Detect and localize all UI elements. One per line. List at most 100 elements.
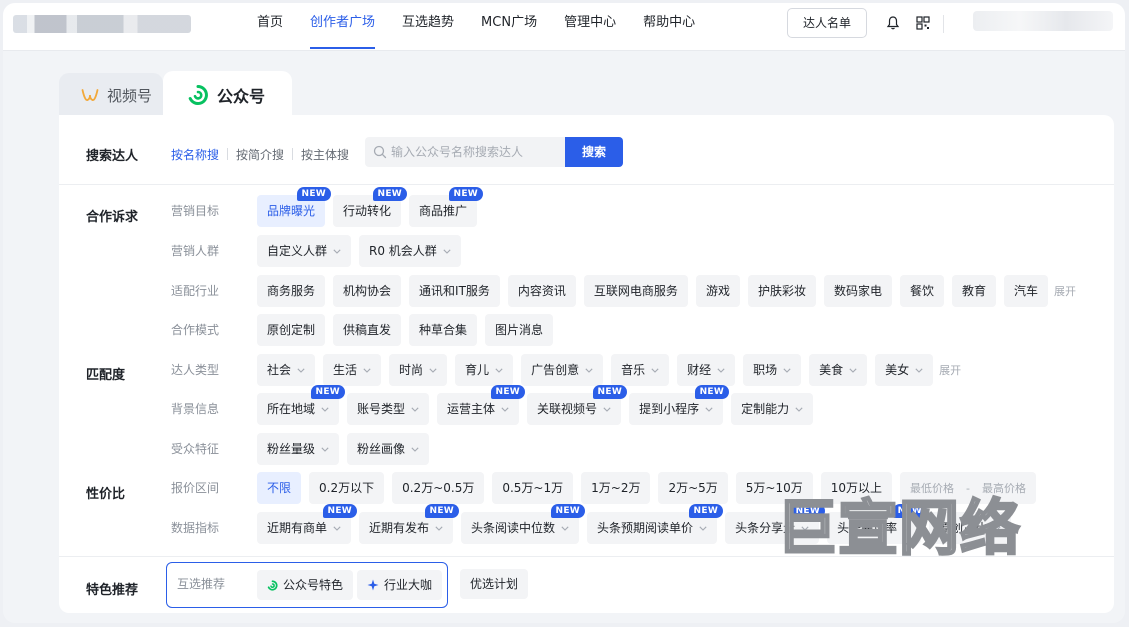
filter-chip[interactable]: 粉丝量级	[257, 433, 340, 465]
filter-chip[interactable]: 生活	[323, 354, 382, 386]
search-input[interactable]	[391, 137, 561, 167]
filter-chip[interactable]: 头条预期阅读单价 NEW	[587, 504, 724, 544]
filter-chip[interactable]: 时尚	[389, 354, 448, 386]
tab-video-channel[interactable]: 视频号	[59, 73, 163, 118]
filter-chip[interactable]: 护肤彩妆	[747, 275, 816, 307]
filter-chip[interactable]: 音乐	[611, 354, 670, 386]
filter-chip[interactable]: 游戏	[695, 275, 740, 307]
filter-chip-label: 餐饮	[909, 284, 934, 298]
filter-chip[interactable]: 自定义人群	[257, 235, 352, 267]
filter-chip[interactable]: 0.5万~1万	[492, 472, 574, 504]
filter-panel: 搜索达人 按名称搜 按简介搜 按主体搜 搜索 合作诉求 匹配度 性价比 营销目标…	[59, 115, 1114, 613]
featured-recommend-box: 互选推荐 公众号特色 行业大咖	[166, 562, 448, 608]
filter-chip[interactable]: 数码家电	[823, 275, 892, 307]
filter-chip[interactable]: 粉丝画像	[347, 433, 430, 465]
filter-chip[interactable]: 内容资讯	[507, 275, 576, 307]
filter-chip[interactable]: 不限	[257, 472, 302, 504]
filter-chip[interactable]: 教育	[952, 275, 997, 307]
filter-chip-label: 护肤彩妆	[757, 284, 806, 298]
chevron-down-icon	[717, 367, 725, 373]
filter-chip[interactable]: 定制能力	[731, 393, 814, 425]
filter-chip[interactable]: 品牌曝光 NEW	[257, 187, 332, 227]
filter-chip-label: 数码家电	[833, 284, 882, 298]
filter-chip[interactable]: 财经	[677, 354, 736, 386]
filter-chip-label: 头条阅读中位数	[471, 521, 556, 535]
filter-chip[interactable]: 0.2万~0.5万	[392, 472, 485, 504]
filter-chip[interactable]: 商务服务	[257, 275, 326, 307]
search-button[interactable]: 搜索	[565, 137, 623, 167]
filter-chip[interactable]: 广告创意	[521, 354, 604, 386]
filter-chip[interactable]: 机构协会	[333, 275, 402, 307]
filter-chip[interactable]: 2万~5万	[658, 472, 728, 504]
filter-chip[interactable]: R0 机会人群	[359, 235, 461, 267]
filter-chip[interactable]: 美女	[875, 354, 934, 386]
nav-item[interactable]: 管理中心	[564, 3, 616, 51]
expand-link[interactable]: 展开	[939, 362, 961, 378]
filter-chip-label: 关联视频号	[537, 402, 598, 416]
search-tab-intro[interactable]: 按简介搜	[236, 146, 284, 163]
filter-options: 粉丝量级 粉丝画像	[257, 433, 430, 465]
featured-chip-preferred[interactable]: 优选计划	[460, 569, 529, 599]
filter-chip[interactable]: 商品推广 NEW	[409, 187, 484, 227]
featured-chip-gzh[interactable]: 公众号特色	[257, 570, 354, 600]
filter-chip[interactable]: 种草合集	[409, 314, 478, 346]
filter-chip[interactable]: 行动转化 NEW	[333, 187, 408, 227]
filter-chip[interactable]: 美食	[809, 354, 868, 386]
user-account[interactable]	[973, 11, 1113, 31]
chevron-down-icon	[333, 248, 341, 254]
filter-chip-label: 图片消息	[495, 323, 544, 337]
nav-item[interactable]: MCN广场	[481, 3, 537, 51]
talent-list-button[interactable]: 达人名单	[787, 8, 867, 38]
qrcode-icon[interactable]	[915, 15, 931, 31]
nav-item[interactable]: 互选趋势	[402, 3, 454, 51]
filter-chip[interactable]: 账号类型	[347, 393, 430, 425]
logo[interactable]	[13, 15, 191, 33]
filter-chip[interactable]: 运营主体 NEW	[437, 385, 526, 425]
filter-chip-label: 时尚	[399, 363, 424, 377]
filter-label: 受众特征	[171, 442, 220, 456]
search-tab-entity[interactable]: 按主体搜	[301, 146, 349, 163]
new-badge: NEW	[694, 385, 730, 399]
chevron-down-icon	[783, 367, 791, 373]
chevron-down-icon	[795, 406, 803, 412]
filter-chip[interactable]: 0.2万以下	[309, 472, 385, 504]
filter-label: 背景信息	[171, 402, 220, 416]
price-range-separator: -	[966, 481, 971, 495]
new-badge: NEW	[424, 504, 460, 518]
filter-chip[interactable]: 汽车	[1004, 275, 1049, 307]
filter-chip[interactable]: 通讯和IT服务	[409, 275, 500, 307]
filter-chip[interactable]: 职场	[743, 354, 802, 386]
filter-chip[interactable]: 供稿直发	[333, 314, 402, 346]
filter-chip[interactable]: 近期有商单 NEW	[257, 504, 358, 544]
featured-chip-industry[interactable]: 行业大咖	[357, 570, 443, 600]
chevron-down-icon	[849, 367, 857, 373]
filter-chip[interactable]: 互联网电商服务	[583, 275, 688, 307]
tab-official-account[interactable]: 公众号	[163, 71, 292, 119]
search-tab-divider	[227, 148, 228, 160]
filter-chip[interactable]: 近期有发布 NEW	[359, 504, 460, 544]
search-tab-name[interactable]: 按名称搜	[171, 146, 219, 163]
nav-item[interactable]: 帮助中心	[643, 3, 695, 51]
filter-chip[interactable]: 原创定制	[257, 314, 326, 346]
filter-chip-label: 种草合集	[419, 323, 468, 337]
filter-row-coop-mode: 合作模式 原创定制 供稿直发 种草合集 图片消息	[59, 314, 1114, 346]
filter-chip-label: 自定义人群	[267, 244, 328, 258]
filter-chip[interactable]: 1万~2万	[581, 472, 651, 504]
filter-chip-label: 音乐	[621, 363, 646, 377]
filter-chip[interactable]: 餐饮	[899, 275, 944, 307]
new-badge: NEW	[490, 385, 526, 399]
filter-chip-label: 近期有商单	[267, 521, 328, 535]
nav-item[interactable]: 创作者广场	[310, 3, 376, 51]
filter-chip[interactable]: 所在地域 NEW	[257, 385, 346, 425]
expand-link[interactable]: 展开	[1054, 283, 1076, 299]
filter-chip[interactable]: 关联视频号 NEW	[527, 385, 628, 425]
nav-item[interactable]: 首页	[257, 3, 283, 51]
filter-chip[interactable]: 社会	[257, 354, 316, 386]
new-badge: NEW	[296, 187, 332, 201]
filter-options: 商务服务 机构协会 通讯和IT服务 内容资讯 互联网电商服务 游戏 护肤彩妆 数码家电 餐饮 教育…	[257, 275, 1076, 307]
bell-icon[interactable]	[885, 15, 901, 31]
filter-chip[interactable]: 头条阅读中位数 NEW	[461, 504, 586, 544]
filter-chip[interactable]: 图片消息	[485, 314, 554, 346]
filter-chip[interactable]: 育儿	[455, 354, 514, 386]
filter-chip[interactable]: 提到小程序 NEW	[629, 385, 730, 425]
